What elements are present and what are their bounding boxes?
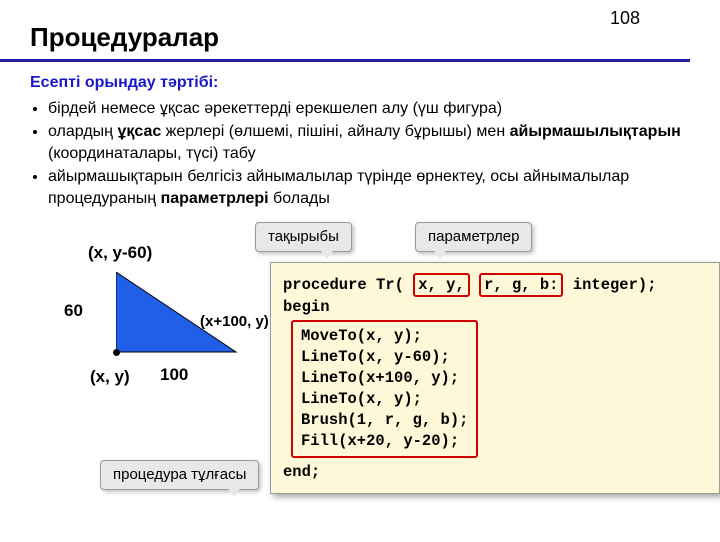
code-line: MoveTo(x, y); [301,326,468,347]
vertex-origin-label: (x, y) [90,366,130,389]
subheading: Есепті орындау тәртібі: [30,72,690,94]
code-line: procedure Tr( x, y, r, g, b: integer); [283,273,707,298]
bullet-list: бірдей немесе ұқсас әрекеттерді ерекшеле… [48,98,690,210]
callout-header: тақырыбы [255,222,352,252]
code-line: LineTo(x, y); [301,389,468,410]
page-title: Процедуралар [0,0,690,62]
code-text: integer); [563,276,656,294]
callout-body: процедура тұлғасы [100,460,259,490]
vertex-right-label: (x+100, y) [200,312,269,332]
code-box: procedure Tr( x, y, r, g, b: integer); b… [270,262,720,494]
code-line: LineTo(x, y-60); [301,347,468,368]
triangle-diagram: (x, y-60) (x+100, y) (x, y) 60 100 [60,242,280,462]
code-text: procedure Tr( [283,276,404,294]
bullet-item: олардың ұқсас жерлері (өлшемі, пішіні, а… [48,121,690,164]
vertex-top-label: (x, y-60) [88,242,152,265]
param-box-xy: x, y, [413,273,470,298]
callout-params: параметрлер [415,222,532,252]
param-box-rgb: r, g, b: [479,273,563,298]
bullet-item: бірдей немесе ұқсас әрекеттерді ерекшеле… [48,98,690,120]
code-line: begin [283,297,707,318]
code-line: Brush(1, r, g, b); [301,410,468,431]
side-vertical-label: 60 [64,300,83,323]
lower-region: (x, y-60) (x+100, y) (x, y) 60 100 тақыр… [30,222,690,542]
bullet-item: айырмашықтарын белгісіз айнымалылар түрі… [48,166,690,209]
code-line: end; [283,462,707,483]
code-line: LineTo(x+100, y); [301,368,468,389]
content-area: Есепті орындау тәртібі: бірдей немесе ұқ… [0,62,720,542]
origin-dot [113,349,120,356]
page-number: 108 [610,8,640,29]
side-horizontal-label: 100 [160,364,188,387]
code-body-box: MoveTo(x, y); LineTo(x, y-60); LineTo(x+… [291,320,478,458]
code-line: Fill(x+20, y-20); [301,431,468,452]
